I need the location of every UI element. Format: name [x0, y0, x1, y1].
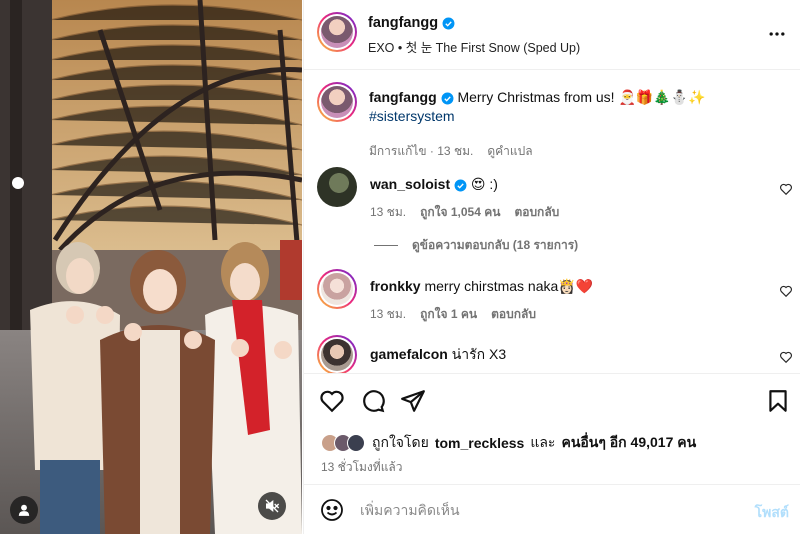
reply-button[interactable]: ตอบกลับ	[491, 305, 536, 324]
liked-by-others[interactable]: คนอื่นๆ อีก 49,017 คน	[561, 432, 696, 454]
author-username[interactable]: fangfangg	[368, 15, 438, 31]
verified-badge-icon	[442, 17, 455, 29]
comments-list[interactable]: fangfangg Merry Christmas from us! 🎅🎁🎄⛄✨…	[304, 71, 800, 373]
liked-by-summary: ถูกใจโดย tom_reckless และ คนอื่นๆ อีก 49…	[321, 432, 696, 454]
caption-meta: มีการแก้ไข · 13 ชม. ดูคำแปล	[369, 142, 533, 161]
heart-outline-icon[interactable]	[319, 388, 345, 414]
replies-divider	[374, 245, 398, 246]
comment-input[interactable]	[360, 496, 730, 524]
view-replies-label: ดูข้อความตอบกลับ (18 รายการ)	[412, 238, 579, 252]
comment-likes-count[interactable]: ถูกใจ 1 คน	[420, 305, 477, 324]
comment-body: merry chirstmas naka👸🏻❤️	[424, 278, 594, 294]
commenter-username[interactable]: wan_soloist	[370, 176, 450, 192]
comment-bubble-icon[interactable]	[360, 388, 386, 414]
commenter-username[interactable]: fronkky	[370, 278, 421, 294]
comment-composer: โพสต์	[304, 486, 800, 534]
mute-toggle-button[interactable]	[258, 492, 286, 520]
see-translation-link[interactable]: ดูคำแปล	[487, 142, 532, 161]
comment-text: fronkky merry chirstmas naka👸🏻❤️	[370, 278, 593, 295]
liked-by-avatars	[321, 434, 365, 452]
comment-time: 13 ชม.	[370, 205, 407, 219]
post-video-frame	[0, 0, 302, 534]
comment-like-heart-icon[interactable]	[779, 182, 793, 196]
verified-badge-icon	[454, 179, 467, 192]
speaker-muted-icon	[265, 499, 280, 513]
commenter-avatar[interactable]	[317, 335, 357, 373]
hashtag-link[interactable]: #sistersystem	[369, 108, 455, 124]
audio-track-link[interactable]: EXO • 첫 눈 The First Snow (Sped Up)	[368, 37, 580, 56]
comment-text: wan_soloist 😍 :)	[370, 176, 498, 193]
verified-badge-icon	[441, 92, 454, 105]
more-horizontal-icon[interactable]	[767, 24, 787, 44]
caption-body: Merry Christmas from us! 🎅🎁🎄⛄✨	[457, 89, 706, 105]
reply-button[interactable]: ตอบกลับ	[514, 203, 559, 222]
liked-by-prefix: ถูกใจโดย	[372, 434, 429, 450]
author-avatar[interactable]	[317, 12, 357, 52]
comment-text: gamefalcon น่ารัก X3	[370, 344, 506, 366]
post-comment-button[interactable]: โพสต์	[755, 502, 789, 524]
comment-body: น่ารัก X3	[451, 346, 507, 362]
post-timestamp: 13 ชั่วโมงที่แล้ว	[321, 460, 403, 474]
comment-likes-count[interactable]: ถูกใจ 1,054 คน	[420, 203, 500, 222]
bookmark-icon[interactable]	[765, 388, 791, 414]
commenter-avatar[interactable]	[317, 269, 357, 309]
view-replies-button[interactable]: ดูข้อความตอบกลับ (18 รายการ)	[374, 236, 578, 255]
liked-by-and: และ	[530, 434, 556, 450]
post-actions: ถูกใจโดย tom_reckless และ คนอื่นๆ อีก 49…	[304, 373, 800, 485]
liked-by-user[interactable]: tom_reckless	[435, 435, 525, 451]
comment-like-heart-icon[interactable]	[779, 284, 793, 298]
comment-time: 13 ชม.	[370, 307, 407, 321]
comment-body: 😍 :)	[470, 176, 498, 192]
post-detail-panel: fangfangg EXO • 첫 눈 The First Snow (Sped…	[303, 0, 800, 534]
commenter-username[interactable]: gamefalcon	[370, 346, 448, 362]
post-media[interactable]	[0, 0, 302, 534]
caption-text: fangfangg Merry Christmas from us! 🎅🎁🎄⛄✨…	[369, 88, 779, 126]
user-icon	[18, 504, 30, 516]
comment-meta: 13 ชม. ถูกใจ 1,054 คน ตอบกลับ	[370, 203, 559, 222]
caption-edited-time: มีการแก้ไข · 13 ชม.	[369, 144, 474, 158]
comment-like-heart-icon[interactable]	[779, 350, 793, 364]
comment-meta: 13 ชม. ถูกใจ 1 คน ตอบกลับ	[370, 305, 536, 324]
paper-plane-icon[interactable]	[400, 388, 426, 414]
post-header: fangfangg EXO • 첫 눈 The First Snow (Sped…	[304, 0, 800, 70]
caption-username[interactable]: fangfangg	[369, 89, 437, 105]
caption-author-avatar[interactable]	[317, 82, 357, 122]
commenter-avatar[interactable]	[317, 167, 357, 207]
tagged-users-button[interactable]	[10, 496, 38, 524]
smiley-icon[interactable]	[320, 498, 344, 522]
liker-avatar	[347, 434, 365, 452]
